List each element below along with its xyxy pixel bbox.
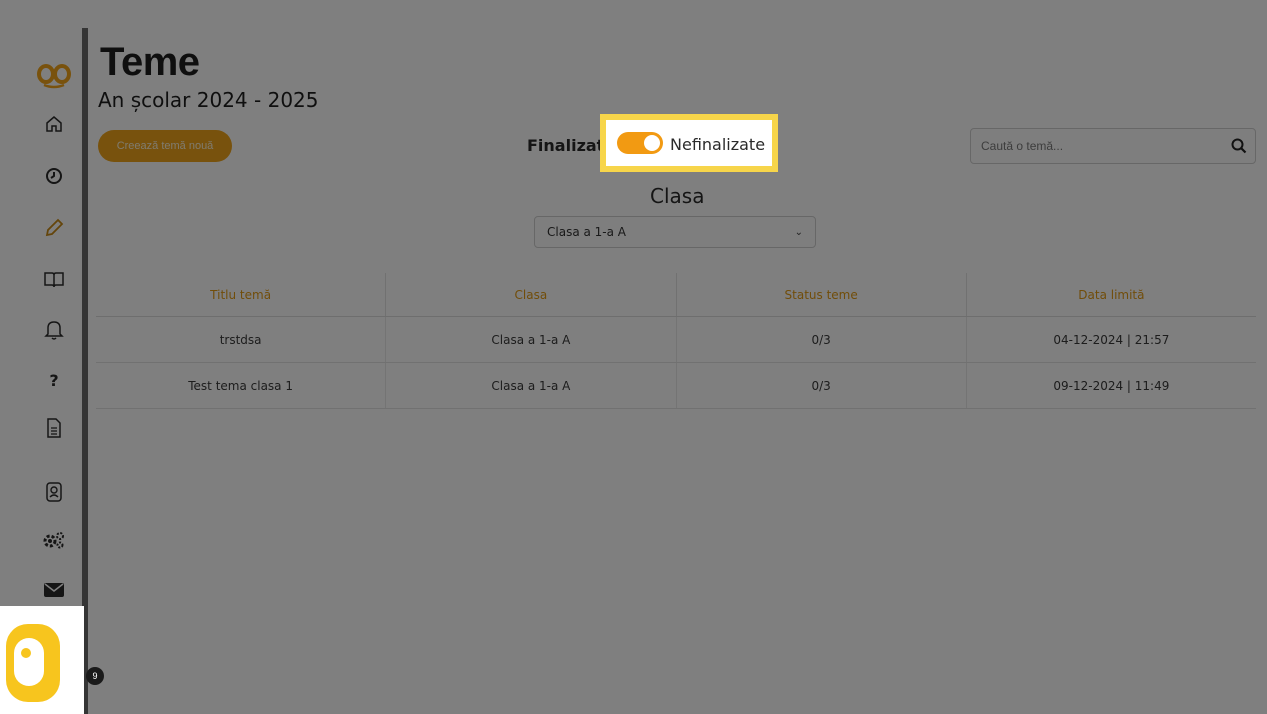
- cell-deadline: 09-12-2024 | 11:49: [1053, 378, 1170, 393]
- assistant-logo-icon: [6, 624, 60, 702]
- search-input[interactable]: [977, 129, 1217, 163]
- app-logo-icon[interactable]: [36, 58, 72, 94]
- assistant-launcher[interactable]: [0, 606, 84, 714]
- class-filter-label: Clasa: [650, 184, 705, 208]
- page-subtitle: An școlar 2024 - 2025: [98, 88, 319, 112]
- cell-class: Clasa a 1-a A: [386, 363, 677, 408]
- class-select-value: Clasa a 1-a A: [547, 225, 626, 239]
- settings-icon[interactable]: [36, 522, 72, 558]
- column-header-title[interactable]: Titlu temă: [96, 273, 387, 316]
- status-toggle[interactable]: [617, 132, 663, 154]
- top-edge: [0, 0, 1267, 8]
- cell-class: Clasa a 1-a A: [386, 317, 677, 362]
- table-row[interactable]: trstdsa Clasa a 1-a A 0/3 04-12-2024 | 2…: [96, 317, 1256, 363]
- create-homework-button[interactable]: Creează temă nouă: [98, 130, 232, 162]
- table-header: Titlu temă Clasa Status teme Data limită: [96, 273, 1256, 317]
- column-header-deadline[interactable]: Data limită: [967, 273, 1256, 316]
- chevron-down-icon: ⌄: [794, 227, 803, 238]
- table-row[interactable]: Test tema clasa 1 Clasa a 1-a A 0/3 09-1…: [96, 363, 1256, 409]
- toggle-highlight: Nefinalizate: [600, 114, 778, 172]
- mail-icon[interactable]: [36, 572, 72, 608]
- homework-table: Titlu temă Clasa Status teme Data limită…: [96, 273, 1256, 714]
- clock-icon[interactable]: [36, 158, 72, 194]
- cell-title: Test tema clasa 1: [96, 363, 387, 408]
- cell-deadline: 04-12-2024 | 21:57: [1053, 332, 1170, 347]
- class-select[interactable]: Clasa a 1-a A ⌄: [534, 216, 816, 248]
- column-header-class[interactable]: Clasa: [386, 273, 677, 316]
- toggle-label-unfinished: Nefinalizate: [670, 135, 766, 154]
- pencil-icon[interactable]: [36, 210, 72, 246]
- column-header-status[interactable]: Status teme: [677, 273, 967, 316]
- contacts-icon[interactable]: [36, 474, 72, 510]
- search-icon[interactable]: [1231, 138, 1247, 154]
- bell-icon[interactable]: [36, 312, 72, 348]
- book-icon[interactable]: [36, 262, 72, 298]
- notification-badge[interactable]: 9: [86, 667, 104, 685]
- help-icon[interactable]: ?: [36, 362, 72, 398]
- cell-title: trstdsa: [96, 317, 387, 362]
- cell-status: 0/3: [677, 317, 967, 362]
- toggle-knob: [644, 135, 660, 151]
- search-box: [970, 128, 1256, 164]
- cell-status: 0/3: [677, 363, 967, 408]
- document-icon[interactable]: [36, 410, 72, 446]
- home-icon[interactable]: [36, 106, 72, 142]
- page-title: Teme: [100, 40, 200, 84]
